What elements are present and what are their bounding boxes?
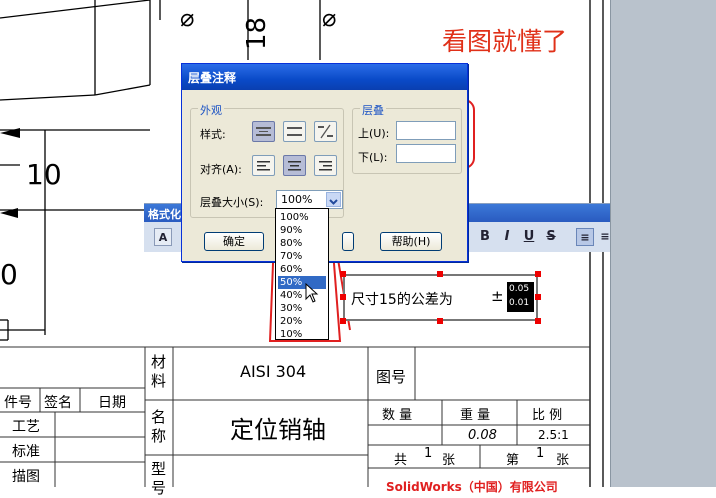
upper-label: 上(U): bbox=[358, 127, 390, 140]
phi-symbol-2: ⌀ bbox=[180, 4, 195, 32]
dropdown-option[interactable]: 20% bbox=[278, 315, 326, 328]
dropdown-option[interactable]: 100% bbox=[278, 211, 326, 224]
underline-button[interactable]: U bbox=[520, 228, 538, 246]
align-label: 对齐(A): bbox=[200, 163, 242, 176]
stack-diagonal-icon[interactable] bbox=[314, 121, 337, 142]
stack-nobar-icon[interactable] bbox=[283, 121, 306, 142]
scale-value: 2.5:1 bbox=[538, 428, 569, 442]
process-label: 工艺 bbox=[12, 419, 40, 435]
dimension-10-label: 10 bbox=[26, 158, 62, 191]
dialog-titlebar[interactable]: 层叠注释 bbox=[182, 64, 467, 90]
handle-bm[interactable] bbox=[437, 318, 443, 324]
dropdown-option[interactable]: 10% bbox=[278, 328, 326, 341]
help-button[interactable]: 帮助(H) bbox=[380, 232, 442, 251]
sign-label: 签名 bbox=[44, 395, 72, 411]
note-annotation[interactable]: 尺寸15的公差为 ± 0.05 0.01 bbox=[343, 274, 538, 321]
right-side-panel bbox=[610, 0, 716, 487]
draw-label: 描图 bbox=[12, 469, 40, 485]
dropdown-option[interactable]: 90% bbox=[278, 224, 326, 237]
strikethrough-button[interactable]: S bbox=[542, 228, 560, 246]
dropdown-option[interactable]: 80% bbox=[278, 237, 326, 250]
drawing-canvas[interactable]: 18 ⌀ ⌀ 10 0 看图就懂了 材料 AISI 304 名称 定位销轴 型号… bbox=[0, 0, 716, 497]
appearance-group-label: 外观 bbox=[198, 102, 224, 118]
annotation-caption: 看图就懂了 bbox=[442, 27, 568, 56]
align-right-stack-icon[interactable] bbox=[314, 155, 337, 176]
italic-button[interactable]: I bbox=[498, 228, 516, 246]
stack-group-label: 层叠 bbox=[360, 102, 386, 118]
sheet-value: 1 bbox=[536, 446, 545, 461]
lower-label: 下(L): bbox=[358, 151, 388, 164]
qty-label: 数 量 bbox=[382, 408, 413, 423]
bold-button[interactable]: B bbox=[476, 228, 494, 246]
drawing-no-label: 图号 bbox=[376, 368, 407, 386]
type-label: 型号 bbox=[151, 460, 167, 497]
handle-tr[interactable] bbox=[535, 271, 541, 277]
weight-label: 重 量 bbox=[460, 408, 491, 423]
standard-label: 标准 bbox=[12, 444, 40, 460]
stack-horizontal-icon[interactable] bbox=[252, 121, 275, 142]
scale-label: 比 例 bbox=[532, 408, 563, 423]
align-left-stack-icon[interactable] bbox=[252, 155, 275, 176]
handle-mr[interactable] bbox=[535, 294, 541, 300]
dropdown-option[interactable]: 30% bbox=[278, 302, 326, 315]
part-no-label: 件号 bbox=[4, 395, 32, 411]
lower-input[interactable] bbox=[396, 144, 456, 163]
stack-size-select[interactable]: 100% bbox=[276, 190, 343, 209]
upper-tolerance: 0.05 bbox=[509, 284, 530, 294]
phi-symbol: ⌀ bbox=[322, 4, 337, 32]
chevron-down-icon[interactable] bbox=[326, 192, 341, 207]
style-label: 样式: bbox=[200, 128, 226, 141]
total-label: 共 bbox=[394, 453, 408, 468]
stack-size-dropdown: 100% 90% 80% 70% 60% 50% 40% 30% 20% 10% bbox=[275, 208, 329, 340]
align-center-stack-icon[interactable] bbox=[283, 155, 306, 176]
plusminus-symbol: ± bbox=[491, 287, 504, 305]
stack-size-label: 层叠大小(S): bbox=[200, 196, 264, 209]
material-label: 材料 bbox=[151, 353, 167, 390]
handle-tm[interactable] bbox=[437, 271, 443, 277]
dimension-18-label: 18 bbox=[242, 16, 272, 50]
dropdown-option[interactable]: 70% bbox=[278, 250, 326, 263]
handle-ml[interactable] bbox=[340, 294, 346, 300]
handle-tl[interactable] bbox=[340, 271, 346, 277]
font-style-icon[interactable]: A bbox=[154, 228, 172, 246]
dropdown-option[interactable]: 60% bbox=[278, 263, 326, 276]
upper-input[interactable] bbox=[396, 121, 456, 140]
handle-br[interactable] bbox=[535, 318, 541, 324]
cancel-button-hidden[interactable] bbox=[342, 232, 354, 251]
name-label: 名称 bbox=[151, 408, 167, 445]
sheet-unit: 张 bbox=[556, 453, 570, 468]
sheet-label: 第 bbox=[506, 453, 520, 468]
mouse-cursor-icon bbox=[305, 283, 319, 303]
note-text: 尺寸15的公差为 bbox=[351, 292, 453, 308]
align-left-icon[interactable]: ≡ bbox=[576, 228, 594, 246]
date-label: 日期 bbox=[98, 395, 126, 411]
weight-value: 0.08 bbox=[468, 428, 497, 443]
align-center-icon[interactable]: ≡ bbox=[596, 228, 614, 246]
total-value: 1 bbox=[424, 446, 433, 461]
name-value: 定位销轴 bbox=[230, 416, 326, 444]
ok-button[interactable]: 确定 bbox=[204, 232, 264, 251]
total-unit: 张 bbox=[442, 453, 456, 468]
stacked-tolerance: 0.05 0.01 bbox=[507, 282, 534, 312]
material-value: AISI 304 bbox=[240, 362, 307, 381]
lower-tolerance: 0.01 bbox=[509, 298, 530, 308]
handle-bl[interactable] bbox=[340, 318, 346, 324]
dimension-0-label: 0 bbox=[0, 258, 18, 291]
